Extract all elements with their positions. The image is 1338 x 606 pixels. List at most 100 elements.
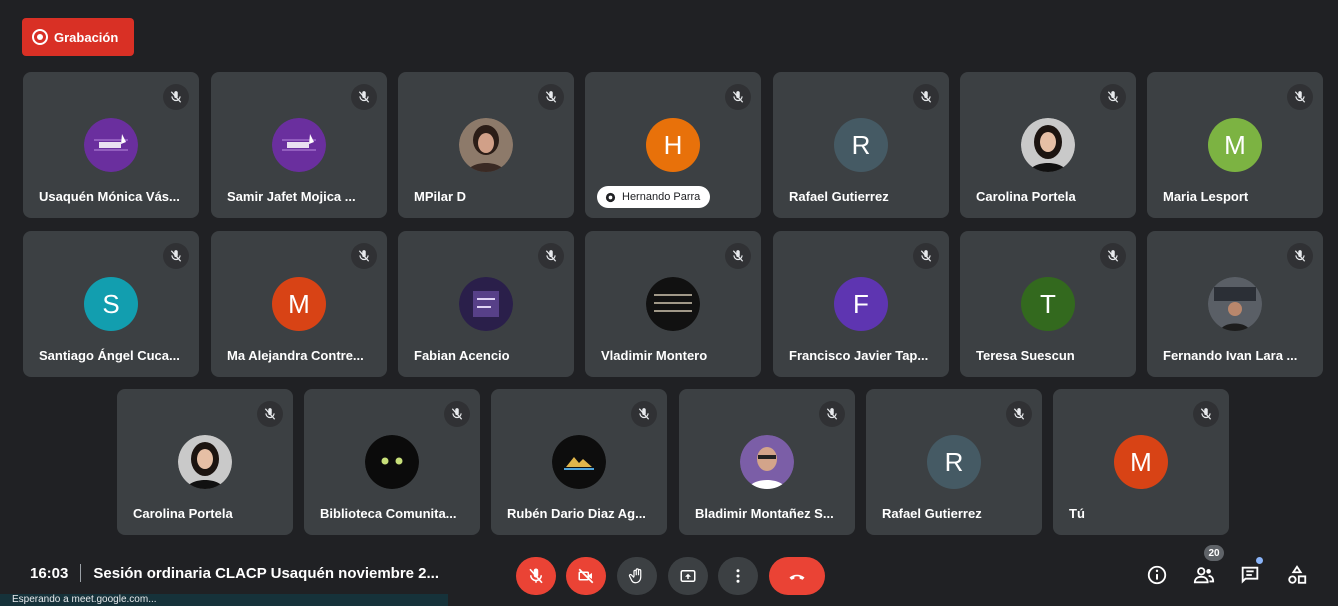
participant-tile[interactable]: M Tú: [1053, 389, 1229, 535]
mic-off-icon: [163, 84, 189, 110]
cat-icon: [365, 435, 419, 489]
meeting-info: 16:03 Sesión ordinaria CLACP Usaquén nov…: [30, 564, 439, 582]
pin-icon: [605, 192, 616, 202]
profile-photo-avatar: [178, 435, 232, 489]
mic-off-icon: [1100, 84, 1126, 110]
leave-call-button[interactable]: [769, 557, 825, 595]
participant-name: Maria Lesport: [1163, 189, 1249, 204]
chat-notification-dot: [1256, 557, 1263, 564]
participant-tile[interactable]: R Rafael Gutierrez: [773, 72, 949, 218]
initial-avatar: R: [927, 435, 981, 489]
mic-off-icon: [1287, 84, 1313, 110]
participant-name: Hernando Parra: [622, 191, 701, 203]
present-icon: [680, 570, 696, 582]
mic-off-icon: [913, 243, 939, 269]
mic-off-icon: [1100, 243, 1126, 269]
participant-tile[interactable]: Bladimir Montañez S...: [679, 389, 855, 535]
initial-avatar: F: [834, 277, 888, 331]
participant-name: Vladimir Montero: [601, 348, 708, 363]
meeting-time: 16:03: [30, 564, 69, 582]
hang-up-icon: [789, 574, 805, 580]
meeting-details-button[interactable]: [1145, 563, 1169, 587]
camera-off-icon: [578, 568, 594, 584]
initial-avatar: S: [84, 277, 138, 331]
activities-button[interactable]: [1285, 563, 1309, 587]
mic-off-icon: [529, 568, 543, 584]
participant-tile[interactable]: M Maria Lesport: [1147, 72, 1323, 218]
participant-name: Rafael Gutierrez: [789, 189, 889, 204]
bogota-logo-icon: [84, 118, 138, 172]
profile-photo-avatar: [646, 277, 700, 331]
participant-name: Bladimir Montañez S...: [695, 506, 834, 521]
participant-name: Ma Alejandra Contre...: [227, 348, 364, 363]
participant-tile[interactable]: Rubén Dario Diaz Ag...: [491, 389, 667, 535]
toggle-microphone-button[interactable]: [516, 557, 556, 595]
participant-tile[interactable]: T Teresa Suescun: [960, 231, 1136, 377]
bogota-logo-icon: [272, 118, 326, 172]
raise-hand-button[interactable]: [617, 557, 657, 595]
profile-photo-avatar: [459, 277, 513, 331]
mic-off-icon: [725, 243, 751, 269]
more-options-button[interactable]: [718, 557, 758, 595]
participant-name: Rafael Gutierrez: [882, 506, 982, 521]
profile-photo-avatar: [459, 118, 513, 172]
participant-tile[interactable]: R Rafael Gutierrez: [866, 389, 1042, 535]
participant-tile[interactable]: Samir Jafet Mojica ...: [211, 72, 387, 218]
active-speaker-pill: Hernando Parra: [597, 186, 711, 208]
mic-off-icon: [257, 401, 283, 427]
more-vert-icon: [736, 569, 740, 583]
browser-status-bar: Esperando a meet.google.com...: [0, 594, 448, 606]
participant-tile[interactable]: MPilar D: [398, 72, 574, 218]
initial-avatar: M: [272, 277, 326, 331]
info-icon: [1147, 565, 1167, 585]
participant-name: Usaquén Mónica Vás...: [39, 189, 180, 204]
mic-off-icon: [913, 84, 939, 110]
people-icon: [1193, 567, 1215, 584]
participant-tile[interactable]: Usaquén Mónica Vás...: [23, 72, 199, 218]
mic-off-icon: [351, 243, 377, 269]
mic-off-icon: [725, 84, 751, 110]
participant-tile[interactable]: Fernando Ivan Lara ...: [1147, 231, 1323, 377]
participant-tile[interactable]: Biblioteca Comunita...: [304, 389, 480, 535]
participant-tile[interactable]: H Hernando Parra: [585, 72, 761, 218]
divider: [80, 564, 82, 582]
participant-name: Biblioteca Comunita...: [320, 506, 457, 521]
participant-name: Carolina Portela: [976, 189, 1076, 204]
participant-tile[interactable]: S Santiago Ángel Cuca...: [23, 231, 199, 377]
initial-avatar: M: [1114, 435, 1168, 489]
chat-button[interactable]: [1238, 563, 1262, 587]
mic-off-icon: [163, 243, 189, 269]
toggle-camera-button[interactable]: [566, 557, 606, 595]
profile-photo-avatar: [740, 435, 794, 489]
participant-tile[interactable]: Fabian Acencio: [398, 231, 574, 377]
participant-tile[interactable]: Carolina Portela: [117, 389, 293, 535]
mic-off-icon: [1006, 401, 1032, 427]
participant-tile[interactable]: Carolina Portela: [960, 72, 1136, 218]
present-screen-button[interactable]: [668, 557, 708, 595]
participant-name: Samir Jafet Mojica ...: [227, 189, 356, 204]
show-everyone-button[interactable]: [1192, 563, 1216, 587]
participant-name: Tú: [1069, 506, 1085, 521]
participant-tile[interactable]: Vladimir Montero: [585, 231, 761, 377]
meeting-controls-bar: 16:03 Sesión ordinaria CLACP Usaquén nov…: [0, 553, 1338, 595]
participant-name: Francisco Javier Tap...: [789, 348, 929, 363]
mic-off-icon: [1193, 401, 1219, 427]
participant-tile[interactable]: F Francisco Javier Tap...: [773, 231, 949, 377]
initial-avatar: H: [646, 118, 700, 172]
mic-off-icon: [538, 84, 564, 110]
mic-off-icon: [538, 243, 564, 269]
participant-tile[interactable]: M Ma Alejandra Contre...: [211, 231, 387, 377]
participant-name: Rubén Dario Diaz Ag...: [507, 506, 646, 521]
meeting-title: Sesión ordinaria CLACP Usaquén noviembre…: [93, 564, 440, 582]
activities-icon: [1288, 565, 1307, 584]
initial-avatar: R: [834, 118, 888, 172]
participant-name: MPilar D: [414, 189, 467, 204]
profile-photo-avatar: [552, 435, 606, 489]
people-count-badge: 20: [1204, 545, 1224, 561]
participant-name: Fabian Acencio: [414, 348, 510, 363]
participant-name: Teresa Suescun: [976, 348, 1075, 363]
participant-grid: Usaquén Mónica Vás... Samir Jafet Mojica…: [0, 0, 1338, 560]
profile-photo-avatar: [1208, 277, 1262, 331]
initial-avatar: T: [1021, 277, 1075, 331]
mic-off-icon: [631, 401, 657, 427]
